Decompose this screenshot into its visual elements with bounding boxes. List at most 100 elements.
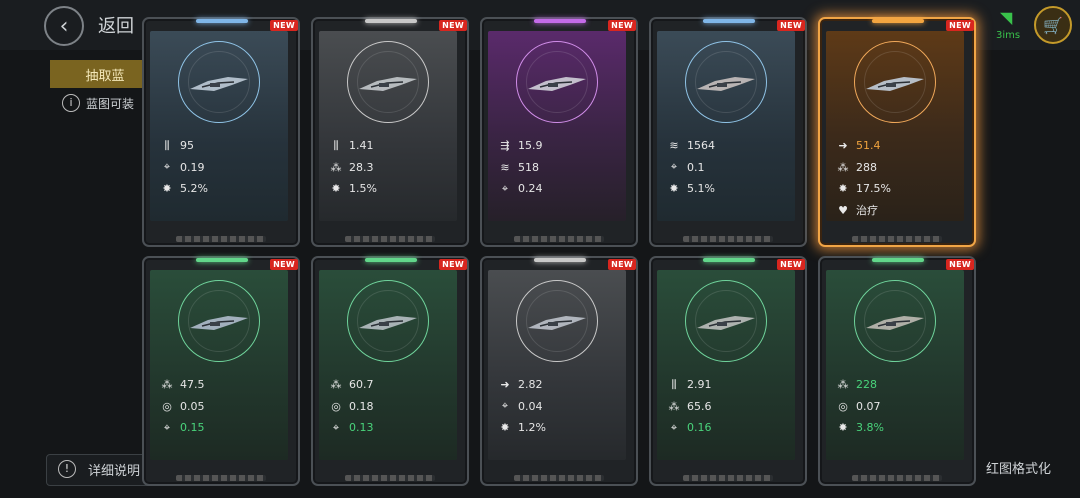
stat-row: ⁂ 228 [834, 374, 960, 396]
stat-value: 治疗 [856, 204, 878, 218]
card-panel: ⁂ 60.7 ◎ 0.18 ⌖ 0.13 [319, 270, 457, 460]
blueprint-card[interactable]: NEW ⫼ 2.91 ⁂ 65.6 ⌖ 0.16 [649, 256, 807, 486]
target-icon: ◎ [331, 399, 341, 413]
spaceship-icon [697, 77, 755, 91]
stat-list: ⇶ 15.9 ≋ 518 ⌖ 0.24 [496, 135, 622, 200]
spaceship-icon [866, 77, 924, 91]
stat-row: ⌖ 0.24 [496, 178, 622, 200]
stat-row: ➜ 2.82 [496, 374, 622, 396]
stat-value: 1564 [687, 139, 715, 153]
cluster-icon: ⁂ [668, 399, 680, 413]
stat-value: 518 [518, 160, 539, 174]
blueprint-card[interactable]: NEW ≋ 1564 ⌖ 0.1 ✸ 5.1% [649, 17, 807, 247]
crit-icon: ✸ [500, 421, 510, 435]
rarity-bar [196, 19, 248, 23]
rarity-bar [872, 19, 924, 23]
stat-list: ⁂ 47.5 ◎ 0.05 ⌖ 0.15 [158, 374, 284, 439]
spaceship-icon [528, 77, 586, 91]
stat-value: 0.07 [856, 399, 881, 413]
stat-row: ⁂ 65.6 [665, 396, 791, 418]
blueprint-card[interactable]: NEW ⁂ 47.5 ◎ 0.05 ⌖ 0.15 [142, 256, 300, 486]
stat-value: 5.1% [687, 182, 715, 196]
stat-row: ✸ 1.2% [496, 417, 622, 439]
blueprint-card[interactable]: NEW ⇶ 15.9 ≋ 518 ⌖ 0.24 [480, 17, 638, 247]
stat-list: ⁂ 228 ◎ 0.07 ✸ 3.8% [834, 374, 960, 439]
rarity-bar [703, 258, 755, 262]
chevron-left-icon: ‹ [59, 13, 69, 39]
blueprint-card[interactable]: NEW ⁂ 60.7 ◎ 0.18 ⌖ 0.13 [311, 256, 469, 486]
cluster-icon: ⁂ [330, 378, 342, 392]
stat-row: ✸ 1.5% [327, 178, 453, 200]
stat-row: ✸ 5.1% [665, 178, 791, 200]
stat-value: 60.7 [349, 378, 374, 392]
card-grill [345, 475, 435, 481]
card-panel: ⫼ 2.91 ⁂ 65.6 ⌖ 0.16 [657, 270, 795, 460]
speed-icon: ⇶ [500, 139, 510, 153]
rarity-bar [703, 19, 755, 23]
stat-value: 0.04 [518, 399, 543, 413]
stat-value: 0.24 [518, 182, 543, 196]
new-badge: NEW [608, 259, 636, 270]
armor-icon: ≋ [669, 139, 679, 153]
cart-icon: 🛒 [1043, 15, 1063, 35]
ammo-icon: ⫼ [671, 377, 677, 391]
stat-value: 2.91 [687, 378, 712, 392]
heal-icon: ♥ [838, 203, 848, 217]
card-grill [176, 236, 266, 242]
crosshair-icon: ⌖ [332, 420, 340, 434]
cart-button[interactable]: 🛒 [1034, 6, 1072, 44]
stat-value: 0.05 [180, 399, 205, 413]
card-grill [176, 475, 266, 481]
blueprint-card[interactable]: NEW ➜ 51.4 ⁂ 288 ✸ 17.5% ♥ 治疗 [818, 17, 976, 247]
rarity-bar [365, 19, 417, 23]
spaceship-icon [528, 316, 586, 330]
back-button[interactable]: ‹ [44, 6, 84, 46]
stat-value: 0.18 [349, 399, 374, 413]
alert-icon: ! [58, 460, 76, 478]
stat-row: ⌖ 0.04 [496, 396, 622, 418]
blueprint-card[interactable]: NEW ⫼ 1.41 ⁂ 28.3 ✸ 1.5% [311, 17, 469, 247]
card-panel: ⁂ 47.5 ◎ 0.05 ⌖ 0.15 [150, 270, 288, 460]
stat-value: 47.5 [180, 378, 205, 392]
crosshair-icon: ⌖ [670, 420, 678, 434]
ammo-icon: ⫼ [164, 138, 170, 152]
card-panel: ➜ 51.4 ⁂ 288 ✸ 17.5% ♥ 治疗 [826, 31, 964, 221]
rarity-bar [365, 258, 417, 262]
stat-row: ⇶ 15.9 [496, 135, 622, 157]
rarity-bar [196, 258, 248, 262]
card-grill [514, 236, 604, 242]
crosshair-icon: ⌖ [163, 160, 171, 174]
info-icon: i [62, 94, 80, 112]
crit-icon: ✸ [838, 182, 848, 196]
new-badge: NEW [270, 259, 298, 270]
blueprint-card[interactable]: NEW ⫼ 95 ⌖ 0.19 ✸ 5.2% [142, 17, 300, 247]
card-panel: ⫼ 95 ⌖ 0.19 ✸ 5.2% [150, 31, 288, 221]
format-red-blueprint-button[interactable]: 红图格式化 [986, 458, 1051, 477]
new-badge: NEW [777, 20, 805, 31]
card-grill [514, 475, 604, 481]
stat-list: ⁂ 60.7 ◎ 0.18 ⌖ 0.13 [327, 374, 453, 439]
card-grill [683, 475, 773, 481]
card-panel: ⫼ 1.41 ⁂ 28.3 ✸ 1.5% [319, 31, 457, 221]
card-grill [852, 236, 942, 242]
detail-label[interactable]: 详细说明 [88, 460, 140, 479]
rarity-bar [534, 19, 586, 23]
blueprint-card[interactable]: NEW ⁂ 228 ◎ 0.07 ✸ 3.8% [818, 256, 976, 486]
new-badge: NEW [439, 259, 467, 270]
new-badge: NEW [608, 20, 636, 31]
spaceship-icon [190, 77, 248, 91]
info-text: 蓝图可装 [86, 97, 135, 111]
spaceship-icon [359, 316, 417, 330]
stat-row: ≋ 1564 [665, 135, 791, 157]
stat-row: ⫼ 1.41 [327, 135, 453, 157]
crosshair-icon: ⌖ [501, 181, 509, 195]
stat-list: ⫼ 95 ⌖ 0.19 ✸ 5.2% [158, 135, 284, 200]
blueprint-card[interactable]: NEW ➜ 2.82 ⌖ 0.04 ✸ 1.2% [480, 256, 638, 486]
cluster-icon: ⁂ [161, 378, 173, 392]
arrow-icon: ➜ [838, 139, 848, 153]
crosshair-icon: ⌖ [163, 420, 171, 434]
stat-row: ⫼ 95 [158, 135, 284, 157]
stat-value: 1.2% [518, 421, 546, 435]
back-label[interactable]: 返回 [98, 12, 134, 38]
stat-row: ◎ 0.05 [158, 396, 284, 418]
